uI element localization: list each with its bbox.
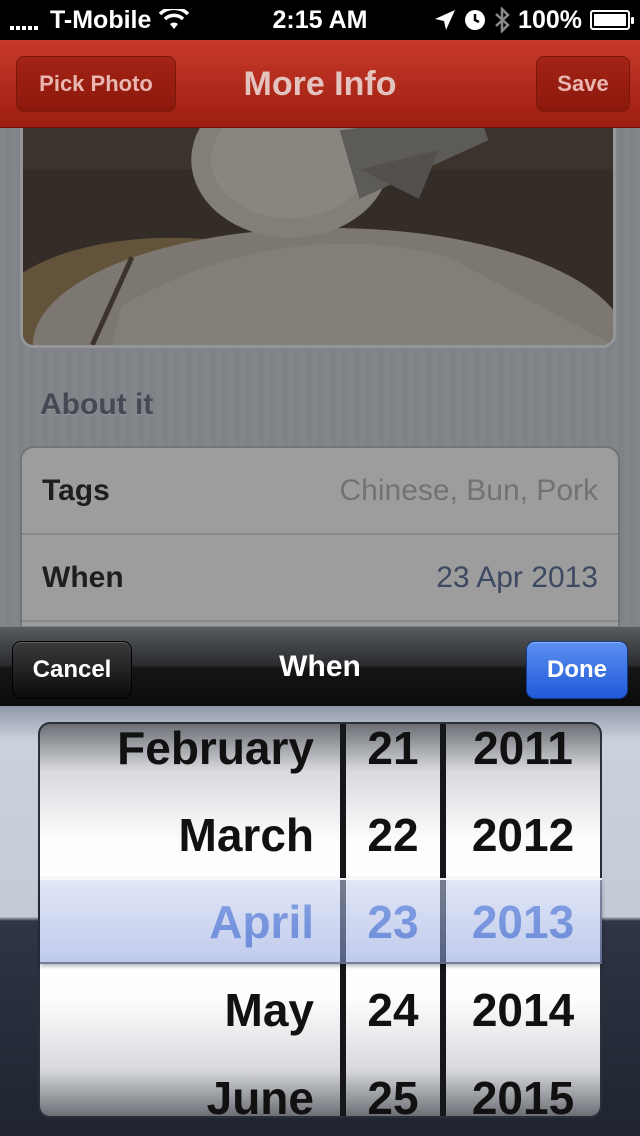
date-picker: February March April May June 21 22 23 2… xyxy=(40,724,600,1116)
month-option[interactable]: June xyxy=(40,1054,340,1116)
battery-percent: 100% xyxy=(518,5,582,34)
day-option-selected[interactable]: 23 xyxy=(346,878,440,966)
save-button[interactable]: Save xyxy=(536,56,630,112)
cancel-button[interactable]: Cancel xyxy=(12,641,132,699)
battery-icon xyxy=(590,10,634,30)
location-arrow-icon xyxy=(435,10,456,30)
when-label: When xyxy=(42,560,124,594)
signal-strength-icon xyxy=(10,10,38,30)
navigation-bar: Pick Photo More Info Save xyxy=(0,40,640,128)
tags-value: Chinese, Bun, Pork xyxy=(339,473,598,507)
status-bar: T-Mobile 2:15 AM 100% xyxy=(0,0,640,40)
month-wheel[interactable]: February March April May June xyxy=(40,724,340,1116)
bluetooth-icon xyxy=(495,7,510,33)
day-option[interactable]: 21 xyxy=(346,724,440,792)
year-wheel[interactable]: 2011 2012 2013 2014 2015 xyxy=(446,724,600,1116)
pick-photo-button[interactable]: Pick Photo xyxy=(16,56,176,112)
year-option-selected[interactable]: 2013 xyxy=(446,878,600,966)
day-option[interactable]: 22 xyxy=(346,791,440,879)
done-button[interactable]: Done xyxy=(526,641,628,699)
day-wheel[interactable]: 21 22 23 24 25 xyxy=(346,724,440,1116)
picker-toolbar: Cancel When Done xyxy=(0,626,640,706)
year-option[interactable]: 2015 xyxy=(446,1054,600,1116)
food-photo[interactable] xyxy=(20,128,616,348)
month-option[interactable]: February xyxy=(40,724,340,792)
year-option[interactable]: 2011 xyxy=(446,724,600,792)
day-option[interactable]: 25 xyxy=(346,1054,440,1116)
content-area: About it Tags Chinese, Bun, Pork When 23… xyxy=(0,128,640,626)
carrier-name: T-Mobile xyxy=(50,5,152,34)
clock-icon xyxy=(465,10,486,30)
when-row[interactable]: When 23 Apr 2013 xyxy=(22,535,618,622)
tags-label: Tags xyxy=(42,473,110,507)
month-option[interactable]: March xyxy=(40,791,340,879)
year-option[interactable]: 2014 xyxy=(446,966,600,1054)
day-option[interactable]: 24 xyxy=(346,966,440,1054)
info-table: Tags Chinese, Bun, Pork When 23 Apr 2013 xyxy=(20,446,620,626)
section-header-about: About it xyxy=(40,388,154,421)
when-value: 23 Apr 2013 xyxy=(436,560,598,594)
tags-row[interactable]: Tags Chinese, Bun, Pork xyxy=(22,448,618,535)
month-option[interactable]: May xyxy=(40,966,340,1054)
year-option[interactable]: 2012 xyxy=(446,791,600,879)
wifi-icon xyxy=(159,9,190,29)
month-option-selected[interactable]: April xyxy=(40,878,340,966)
